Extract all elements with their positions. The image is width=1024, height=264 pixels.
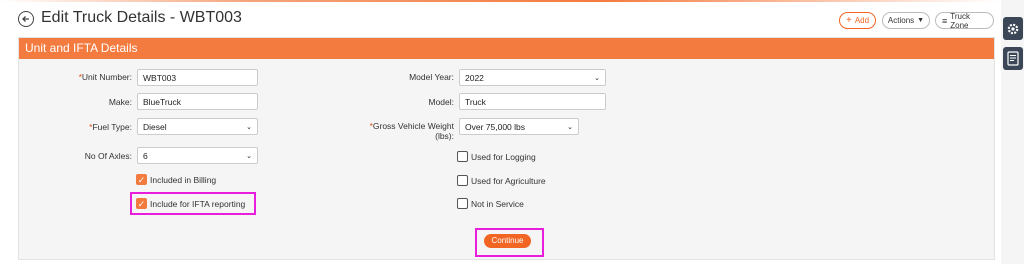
model-input[interactable]: Truck xyxy=(459,93,606,110)
not-in-service-label: Not in Service xyxy=(471,199,524,209)
used-for-logging-checkbox[interactable] xyxy=(457,151,468,162)
no-of-axles-select[interactable]: 6 ⌄ xyxy=(137,147,258,164)
used-for-agriculture-checkbox[interactable] xyxy=(457,175,468,186)
continue-button[interactable]: Continue xyxy=(484,234,531,248)
back-arrow-icon[interactable] xyxy=(18,11,34,27)
chevron-down-icon: ⌄ xyxy=(594,74,600,82)
unit-number-input[interactable]: WBT003 xyxy=(137,69,258,86)
plus-icon: + xyxy=(845,14,852,26)
actions-button-label: Actions xyxy=(887,16,915,25)
gvw-label: *Gross Vehicle Weight (lbs): xyxy=(369,121,454,141)
included-in-billing-label: Included in Billing xyxy=(150,175,217,185)
include-ifta-label: Include for IFTA reporting xyxy=(150,199,246,209)
menu-lines-icon: ≡ xyxy=(942,15,948,26)
truck-zone-button[interactable]: ≡ Truck Zone xyxy=(935,11,994,30)
checkmark-icon: ✓ xyxy=(137,175,146,185)
included-in-billing-checkbox[interactable]: ✓ xyxy=(136,174,147,185)
panel-title: Unit and IFTA Details xyxy=(19,38,994,59)
add-button-label: Add xyxy=(854,16,870,25)
model-year-select[interactable]: 2022 ⌄ xyxy=(459,69,606,86)
gear-icon xyxy=(1007,23,1019,34)
chevron-down-icon: ⌄ xyxy=(246,152,252,160)
document-icon xyxy=(1007,51,1019,66)
make-input[interactable]: BlueTruck xyxy=(137,93,258,110)
model-label: Model: xyxy=(428,97,454,107)
checkmark-icon: ✓ xyxy=(137,199,146,209)
fuel-type-select[interactable]: Diesel ⌄ xyxy=(137,118,258,135)
unit-number-label: *Unit Number: xyxy=(78,72,132,82)
not-in-service-checkbox[interactable] xyxy=(457,198,468,209)
used-for-logging-label: Used for Logging xyxy=(471,152,536,162)
chevron-down-icon: ⌄ xyxy=(567,123,573,131)
page-title: Edit Truck Details - WBT003 xyxy=(41,9,242,26)
add-button[interactable]: + Add xyxy=(839,12,876,29)
gvw-select[interactable]: Over 75,000 lbs ⌄ xyxy=(459,118,579,135)
no-of-axles-label: No Of Axles: xyxy=(84,151,132,161)
chevron-down-icon: ⌄ xyxy=(246,123,252,131)
document-rail-button[interactable] xyxy=(1003,47,1023,70)
make-label: Make: xyxy=(108,97,132,107)
truck-zone-button-label: Truck Zone xyxy=(950,11,970,30)
caret-down-icon: ▼ xyxy=(917,17,925,24)
page-header: Edit Truck Details - WBT003 + Add Action… xyxy=(0,0,1000,36)
model-year-label: Model Year: xyxy=(409,72,454,82)
actions-button[interactable]: Actions ▼ xyxy=(882,12,930,29)
fuel-type-label: *Fuel Type: xyxy=(89,122,132,132)
include-ifta-checkbox[interactable]: ✓ xyxy=(136,198,147,209)
used-for-agriculture-label: Used for Agriculture xyxy=(471,176,546,186)
settings-rail-button[interactable] xyxy=(1003,17,1023,40)
